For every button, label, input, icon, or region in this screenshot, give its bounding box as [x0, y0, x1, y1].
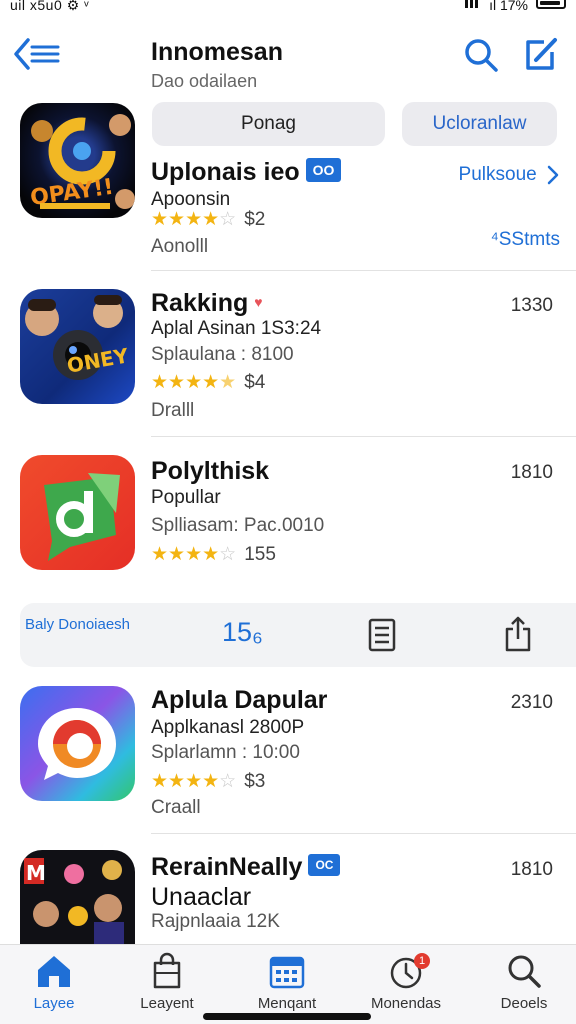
- app-line: Popullar: [151, 487, 221, 508]
- battery-icon: [536, 0, 566, 9]
- filter-pill-primary[interactable]: Ponag: [152, 102, 385, 146]
- share-icon[interactable]: [503, 615, 533, 653]
- signal-icon: [465, 0, 482, 8]
- rating-stars: ★★★★★ $4: [151, 372, 266, 393]
- row-divider: [151, 270, 576, 271]
- row-divider: [151, 436, 576, 437]
- app-price: $2: [244, 209, 266, 230]
- search-icon: [508, 955, 541, 988]
- rating-stars: ★★★★☆ $3: [151, 771, 266, 792]
- app-line: Splaulana : 8100: [151, 344, 294, 365]
- app-title-text: RerainNeally: [151, 853, 303, 881]
- app-icon-messenger[interactable]: [20, 686, 135, 801]
- messenger-artwork-icon: [38, 708, 116, 780]
- rating-stars: ★★★★☆ $2: [151, 209, 266, 230]
- tab-search[interactable]: Deoels: [474, 951, 574, 1019]
- open-link-label: Pulksoue: [458, 164, 537, 185]
- app-icon-party[interactable]: M: [20, 850, 135, 944]
- battery-percent: ıl 17%: [489, 0, 528, 13]
- back-menu-icon[interactable]: [12, 36, 62, 72]
- camera-artwork-icon: ONEY: [25, 295, 131, 380]
- tab-label: Leayent: [140, 995, 194, 1012]
- app-line: Applkanasl 2800P: [151, 717, 305, 738]
- app-count: 1810: [510, 462, 553, 483]
- status-bar: uil x5u0 ⚙ ᵛ ıl 17%: [0, 0, 576, 14]
- app-price: $4: [244, 372, 266, 393]
- app-count: 1810: [510, 859, 553, 880]
- app-title[interactable]: Polylthisk: [151, 457, 269, 486]
- tab-home[interactable]: Layee: [4, 951, 104, 1019]
- search-icon[interactable]: [462, 36, 500, 74]
- app-line: Splarlamn : 10:00: [151, 742, 300, 763]
- compose-icon[interactable]: [522, 34, 560, 74]
- app-price: $3: [244, 771, 266, 792]
- party-artwork-icon: M: [24, 858, 124, 944]
- tab-shop[interactable]: Leayent: [117, 951, 217, 1019]
- app-sub: Aonolll: [151, 236, 209, 257]
- app-title[interactable]: Uplonais ieo OO: [151, 158, 342, 187]
- svg-text:M: M: [26, 861, 46, 885]
- app-title[interactable]: RerainNeally OC: [151, 853, 341, 882]
- chevron-right-icon: [547, 165, 559, 185]
- page-subtitle: Dao odailaen: [151, 71, 258, 91]
- app-line: Rajpnlaaia 12K: [151, 911, 280, 932]
- game-artwork-icon: OPAY!!: [29, 114, 135, 211]
- app-title-text: Uplonais ieo: [151, 158, 300, 186]
- row-divider: [151, 833, 576, 834]
- open-link[interactable]: Pulksoue: [459, 164, 560, 186]
- list-icon[interactable]: [366, 617, 398, 653]
- page-title: Innomesan: [151, 38, 283, 66]
- tab-bar: Layee Leayent Menqant 1 Monendas Deoels: [0, 944, 576, 1024]
- app-count: 2310: [510, 692, 553, 713]
- bag-icon: [153, 952, 181, 989]
- status-left: uil x5u0 ⚙ ᵛ: [10, 0, 90, 13]
- app-icon-chat[interactable]: [20, 455, 135, 570]
- tab-label: Menqant: [257, 995, 317, 1012]
- app-icon-game[interactable]: OPAY!!: [20, 103, 135, 218]
- app-title-text: Rakking: [151, 289, 249, 317]
- chat-artwork-icon: [44, 473, 120, 561]
- app-title[interactable]: Aplula Dapular: [151, 686, 327, 715]
- status-right: ıl 17%: [465, 0, 566, 13]
- calendar-icon: [269, 956, 305, 989]
- notification-badge: 1: [414, 953, 430, 969]
- inline-toolbar: Baly Donoiaesh 15₆: [20, 603, 576, 667]
- tab-label: Monendas: [370, 995, 442, 1012]
- app-subtitle: Unaaclar: [151, 883, 252, 911]
- secondary-link[interactable]: ⁴SStmts: [491, 229, 560, 251]
- toolbar-count[interactable]: 15₆: [222, 617, 263, 648]
- app-price: 155: [244, 544, 276, 565]
- app-sub: Craall: [151, 797, 201, 818]
- tab-calendar[interactable]: Menqant: [237, 951, 337, 1019]
- toolbar-label[interactable]: Baly Donoiaesh: [20, 616, 135, 633]
- home-icon: [38, 956, 70, 987]
- tab-label: Layee: [33, 995, 75, 1012]
- tab-activity[interactable]: 1 Monendas: [356, 951, 456, 1019]
- heart-icon: ♥: [254, 294, 263, 310]
- app-count: 1330: [510, 295, 553, 316]
- app-line: Aplal Asinan 1S3:24: [151, 318, 322, 339]
- app-icon-camera[interactable]: ONEY: [20, 289, 135, 404]
- app-tag-badge: OC: [308, 854, 341, 877]
- app-sub: Dralll: [151, 400, 195, 421]
- header: Innomesan Dao odailaen: [0, 14, 576, 94]
- app-tag-badge: OO: [305, 158, 342, 183]
- app-title[interactable]: Rakking ♥: [151, 289, 263, 318]
- app-line: Splliasam: Pac.0010: [151, 515, 325, 536]
- filter-pill-secondary[interactable]: Ucloranlaw: [402, 102, 557, 146]
- home-indicator[interactable]: [203, 1013, 371, 1020]
- rating-stars: ★★★★☆ 155: [151, 544, 276, 565]
- tab-label: Deoels: [500, 995, 548, 1012]
